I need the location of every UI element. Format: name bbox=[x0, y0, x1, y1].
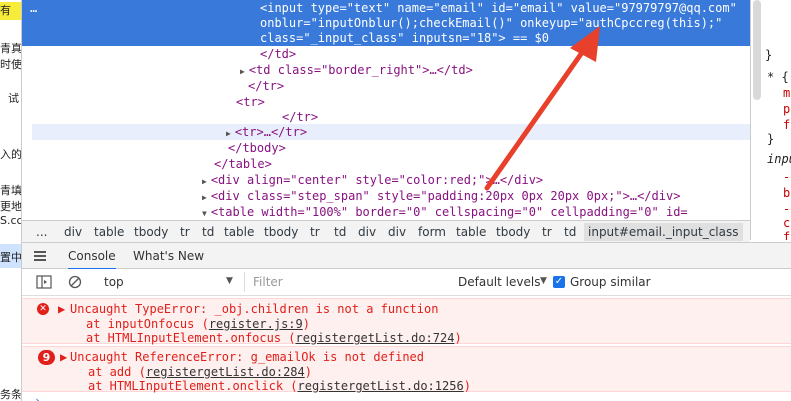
annotation-arrow bbox=[484, 26, 600, 191]
